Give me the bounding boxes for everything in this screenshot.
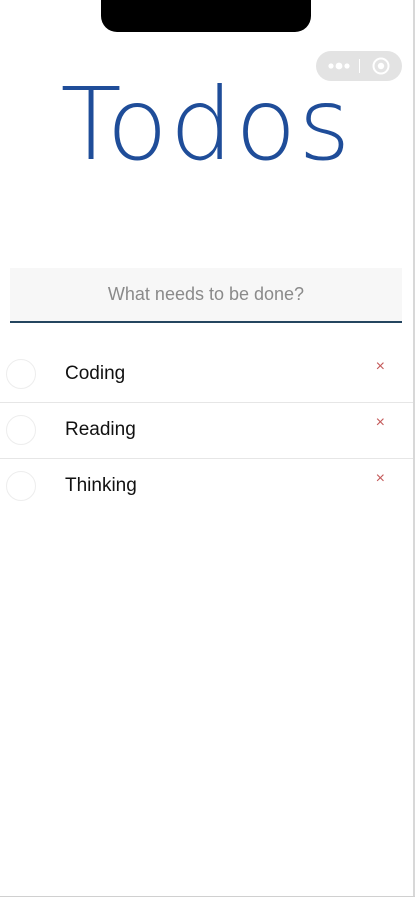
delete-icon[interactable]: × <box>376 413 385 433</box>
todo-item: Reading × <box>0 403 413 459</box>
todo-label: Reading <box>65 419 136 440</box>
device-notch <box>101 0 311 32</box>
delete-icon[interactable]: × <box>376 469 385 489</box>
page-title: Todos <box>60 66 353 183</box>
todo-item: Coding × <box>0 347 413 403</box>
todo-item: Thinking × <box>0 459 413 514</box>
todo-toggle-checkbox[interactable] <box>6 359 36 389</box>
todo-list: Coding × Reading × Thinking × <box>0 347 413 514</box>
todo-label: Thinking <box>65 475 137 496</box>
todo-toggle-checkbox[interactable] <box>6 415 36 445</box>
todo-label: Coding <box>65 363 126 384</box>
delete-icon[interactable]: × <box>376 357 385 377</box>
todo-toggle-checkbox[interactable] <box>6 471 36 501</box>
new-todo-input[interactable] <box>10 268 402 323</box>
